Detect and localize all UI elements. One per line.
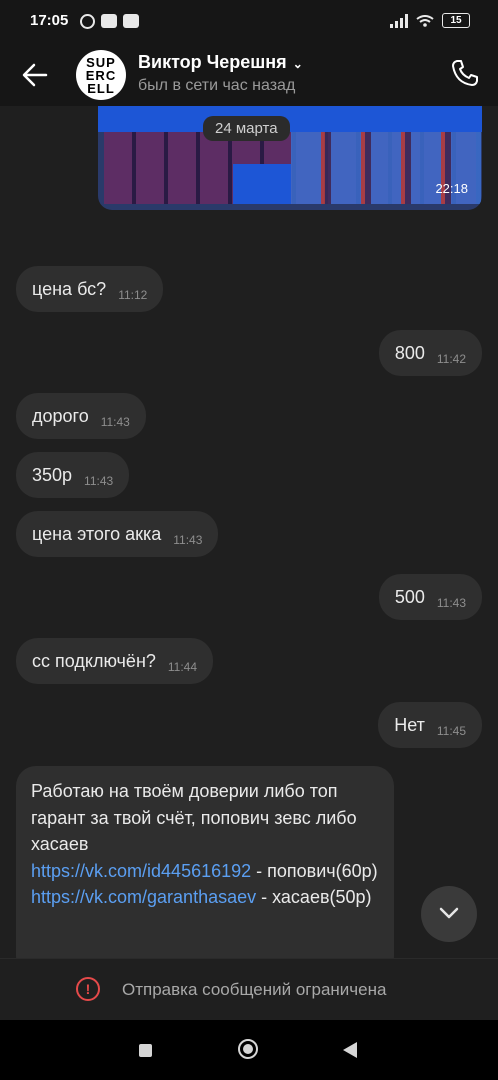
message-bubble[interactable]: цена этого акка 11:43 <box>16 511 219 557</box>
date-chip: 24 марта <box>203 116 290 141</box>
restriction-text: Отправка сообщений ограничена <box>122 980 387 999</box>
youtube-icon <box>123 14 139 28</box>
back-button[interactable] <box>343 1042 357 1058</box>
contact-name[interactable]: Виктор Черешня ⌄ <box>138 52 303 73</box>
messaging-restricted-bar: ! Отправка сообщений ограничена <box>0 958 498 1021</box>
alarm-icon <box>80 14 95 29</box>
avatar[interactable]: SUP ERC ELL <box>76 50 126 100</box>
message-bubble[interactable]: сс подключён? 11:44 <box>16 638 214 684</box>
vk-link[interactable]: https://vk.com/id445616192 <box>31 861 251 881</box>
wifi-icon <box>416 14 434 27</box>
signal-icon <box>390 13 408 28</box>
scroll-down-button[interactable] <box>421 886 477 942</box>
message-bubble[interactable]: 800 11:42 <box>378 330 482 376</box>
message-bubble[interactable]: 350р 11:43 <box>16 452 130 498</box>
battery-icon: 15 <box>442 13 470 28</box>
message-bubble[interactable]: 500 11:43 <box>378 574 482 620</box>
youtube-icon <box>101 14 117 28</box>
vk-link[interactable]: https://vk.com/garanthasaev <box>31 887 256 907</box>
chat-header: SUP ERC ELL Виктор Черешня ⌄ был в сети ч… <box>0 44 498 106</box>
message-bubble[interactable]: цена бс? 11:12 <box>16 266 164 312</box>
home-button[interactable] <box>238 1039 258 1059</box>
long-message-bubble[interactable]: Работаю на твоём доверии либо топ гарант… <box>16 766 394 958</box>
chat-area[interactable]: 22:18 24 марта цена бс? 11:12 800 11:42 до… <box>0 106 498 958</box>
warning-icon: ! <box>76 977 100 1001</box>
back-arrow-icon[interactable] <box>22 62 48 88</box>
status-time: 17:05 <box>30 12 69 29</box>
chevron-down-icon <box>439 907 459 919</box>
system-nav-bar <box>0 1020 498 1080</box>
photo-time: 22:18 <box>435 181 468 196</box>
status-bar: 17:05 15 <box>0 0 498 44</box>
message-bubble[interactable]: Нет 11:45 <box>378 702 482 748</box>
photo-attachment[interactable]: 22:18 <box>98 106 482 210</box>
presence-status: был в сети час назад <box>138 77 296 94</box>
phone-icon[interactable] <box>450 58 480 88</box>
message-bubble[interactable]: дорого 11:43 <box>16 393 146 439</box>
chevron-down-icon: ⌄ <box>292 57 303 71</box>
recents-button[interactable] <box>139 1044 152 1057</box>
